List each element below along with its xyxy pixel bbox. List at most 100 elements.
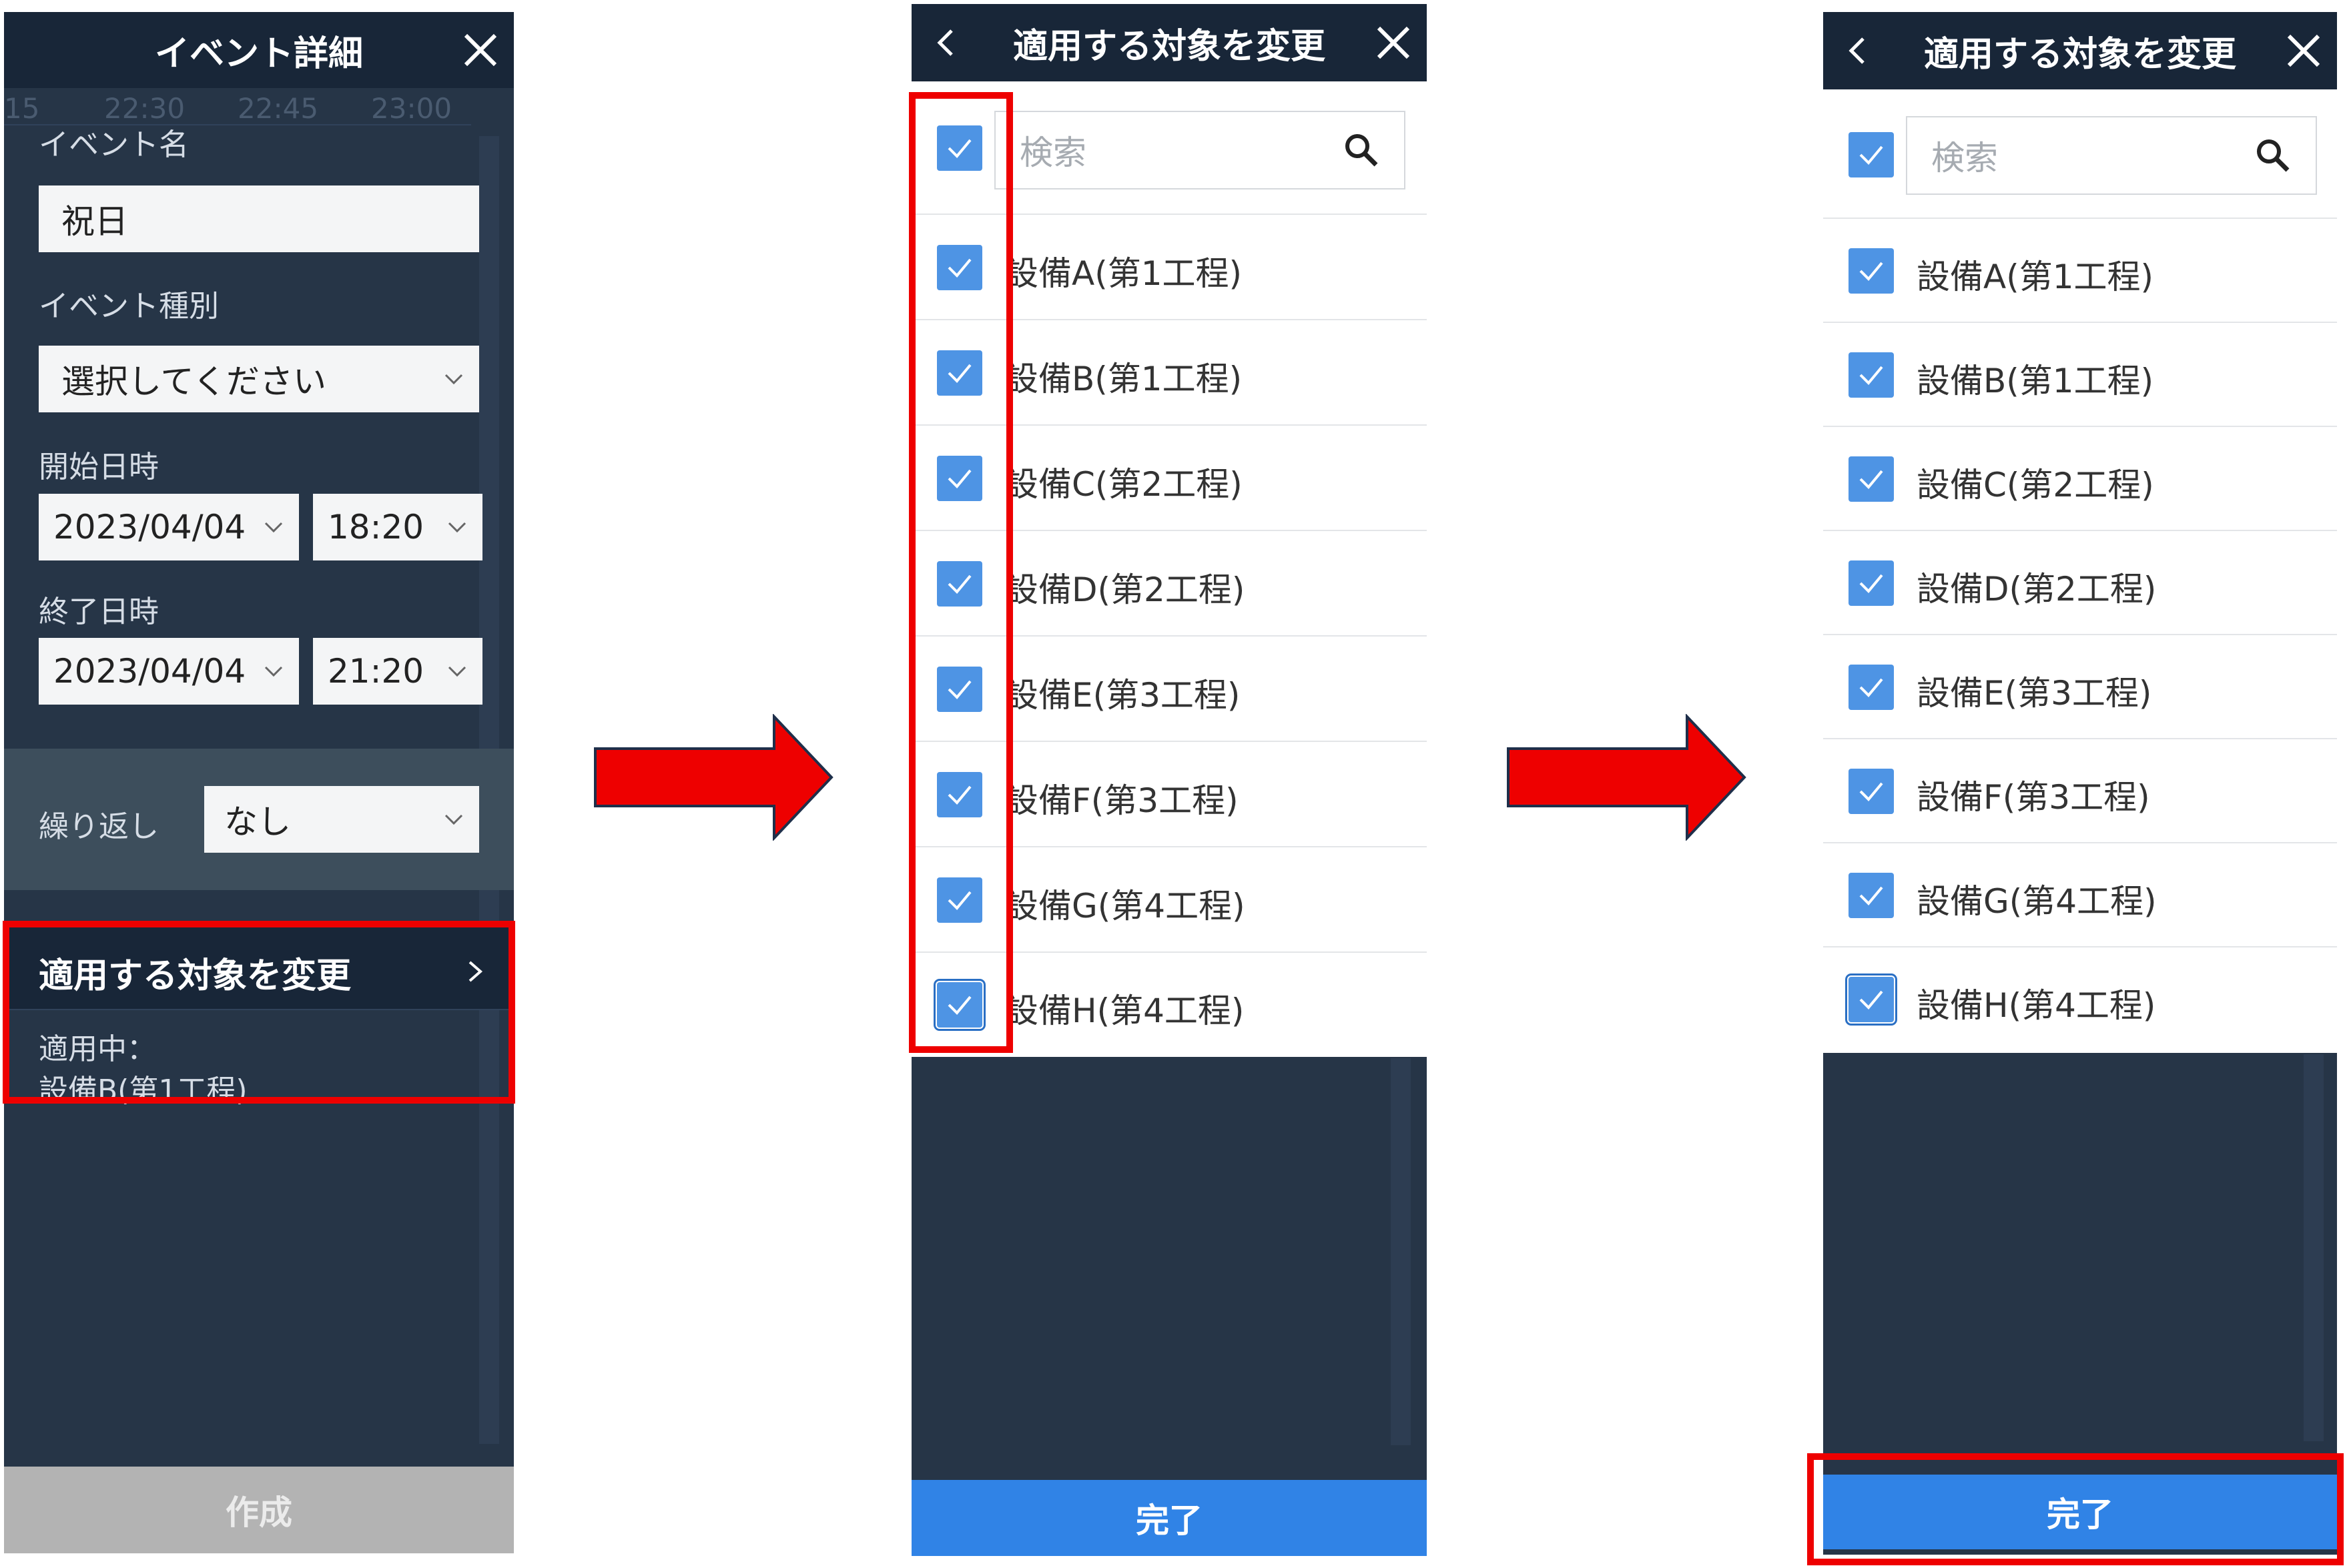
item-label: 設備G(第4工程) <box>1917 882 2157 921</box>
check-icon <box>1859 678 1883 697</box>
check-icon <box>1859 262 1883 281</box>
start-time-select[interactable]: 18:20 <box>313 494 482 560</box>
check-icon <box>1859 366 1883 385</box>
item-checkbox[interactable] <box>1849 560 1894 606</box>
event-type-label: イベント種別 <box>39 288 220 324</box>
repeat-section: 繰り返し なし <box>4 749 514 890</box>
close-icon[interactable] <box>1360 4 1427 81</box>
list-item[interactable]: 設備C(第2工程) <box>1823 427 2337 531</box>
close-icon[interactable] <box>2270 12 2337 89</box>
list-item[interactable]: 設備A(第1工程) <box>1823 219 2337 323</box>
search-icon <box>1345 134 1378 167</box>
item-checkbox[interactable] <box>1849 769 1894 814</box>
chevron-down-icon <box>264 666 283 677</box>
item-label: 設備D(第2工程) <box>1005 570 1245 609</box>
check-icon <box>1859 782 1883 801</box>
start-date-value: 2023/04/04 <box>53 508 246 546</box>
list-item[interactable]: 設備E(第3工程) <box>1823 635 2337 739</box>
end-label: 終了日時 <box>39 594 159 629</box>
done-button-highlight <box>1807 1453 2344 1565</box>
scrollbar[interactable] <box>2304 1054 2324 1441</box>
event-type-select[interactable]: 選択してください <box>39 346 479 412</box>
check-icon <box>1859 886 1883 905</box>
target-list: 検索 設備A(第1工程) 設備B(第1工程) 設備C(第2工程) 設備D(第2工… <box>1823 89 2337 1053</box>
panel-title: イベント詳細 <box>154 33 363 74</box>
checkbox-column-highlight <box>909 92 1013 1053</box>
item-label: 設備F(第3工程) <box>1917 778 2150 817</box>
end-date-select[interactable]: 2023/04/04 <box>39 638 299 705</box>
panel-header: 適用する対象を変更 <box>912 4 1427 81</box>
item-checkbox[interactable] <box>1849 665 1894 710</box>
close-icon[interactable] <box>447 12 514 88</box>
list-item[interactable]: 設備F(第3工程) <box>1823 739 2337 843</box>
list-item[interactable]: 設備B(第1工程) <box>1823 323 2337 427</box>
chevron-down-icon <box>444 374 463 385</box>
event-detail-panel: イベント詳細 15 22:30 22:45 23:00 イベント名 祝日 イベン… <box>4 12 514 1553</box>
event-name-input[interactable]: 祝日 <box>39 185 479 252</box>
item-checkbox[interactable] <box>1849 873 1894 918</box>
timeline-label: 23:00 <box>371 92 452 125</box>
item-checkbox[interactable] <box>1849 248 1894 294</box>
done-button-label: 完了 <box>1136 1501 1203 1540</box>
repeat-value: なし <box>224 803 291 841</box>
chevron-left-icon[interactable] <box>912 4 978 81</box>
search-icon <box>2257 139 2290 172</box>
item-label: 設備A(第1工程) <box>1005 254 1243 293</box>
end-time-value: 21:20 <box>328 652 424 691</box>
panel-header: 適用する対象を変更 <box>1823 12 2337 89</box>
item-checkbox[interactable] <box>1849 456 1894 502</box>
chevron-left-icon[interactable] <box>1823 12 1890 89</box>
item-label: 設備H(第4工程) <box>1005 992 1245 1030</box>
item-label: 設備B(第1工程) <box>1005 360 1243 398</box>
start-date-select[interactable]: 2023/04/04 <box>39 494 299 560</box>
start-label: 開始日時 <box>39 449 159 484</box>
chevron-down-icon <box>448 666 466 677</box>
event-name-label: イベント名 <box>39 127 190 162</box>
create-button[interactable]: 作成 <box>4 1467 514 1553</box>
arrow-right-icon <box>1507 714 1746 841</box>
end-time-select[interactable]: 21:20 <box>313 638 482 705</box>
search-placeholder: 検索 <box>1020 133 1086 172</box>
item-label: 設備C(第2工程) <box>1917 466 2154 504</box>
item-label: 設備D(第2工程) <box>1917 570 2157 609</box>
chevron-down-icon <box>444 814 463 825</box>
select-all-checkbox[interactable] <box>1849 132 1894 177</box>
list-item[interactable]: 設備G(第4工程) <box>1823 843 2337 947</box>
timeline-label: 22:45 <box>238 92 319 125</box>
check-icon <box>1859 470 1883 489</box>
item-label: 設備F(第3工程) <box>1005 781 1239 820</box>
panel-header: イベント詳細 <box>4 12 514 88</box>
panel-title: 適用する対象を変更 <box>1012 26 1325 67</box>
event-type-value: 選択してください <box>61 362 326 401</box>
repeat-label: 繰り返し <box>39 809 159 844</box>
done-button[interactable]: 完了 <box>912 1480 1427 1556</box>
list-item[interactable]: 設備H(第4工程) <box>1823 947 2337 1053</box>
search-row: 検索 <box>1823 89 2337 219</box>
search-input[interactable]: 検索 <box>1906 116 2317 195</box>
item-checkbox[interactable] <box>1845 973 1897 1026</box>
list-item[interactable]: 設備D(第2工程) <box>1823 531 2337 635</box>
scrollbar[interactable] <box>1391 1058 1411 1445</box>
item-label: 設備E(第3工程) <box>1917 674 2152 713</box>
item-checkbox[interactable] <box>1849 352 1894 398</box>
search-placeholder: 検索 <box>1931 139 1998 177</box>
item-label: 設備A(第1工程) <box>1917 258 2154 296</box>
check-icon <box>1859 990 1883 1010</box>
arrow-right-icon <box>594 714 833 841</box>
start-time-value: 18:20 <box>328 508 424 546</box>
event-name-value: 祝日 <box>61 202 128 241</box>
search-input[interactable]: 検索 <box>994 111 1405 189</box>
timeline-label: 15 <box>4 92 40 125</box>
target-select-panel: 適用する対象を変更 検索 設備A(第1工程) 設備B(第1工程) 設備C(第2工… <box>1823 12 2337 1555</box>
panel-title: 適用する対象を変更 <box>1923 34 2236 75</box>
create-button-label: 作成 <box>226 1493 292 1532</box>
check-icon <box>1859 145 1883 165</box>
item-label: 設備E(第3工程) <box>1005 676 1241 715</box>
item-label: 設備C(第2工程) <box>1005 465 1243 504</box>
item-label: 設備H(第4工程) <box>1917 986 2156 1025</box>
item-label: 設備G(第4工程) <box>1005 887 1245 925</box>
item-label: 設備B(第1工程) <box>1917 362 2154 400</box>
chevron-down-icon <box>264 522 283 533</box>
repeat-select[interactable]: なし <box>204 786 479 853</box>
check-icon <box>1859 574 1883 593</box>
